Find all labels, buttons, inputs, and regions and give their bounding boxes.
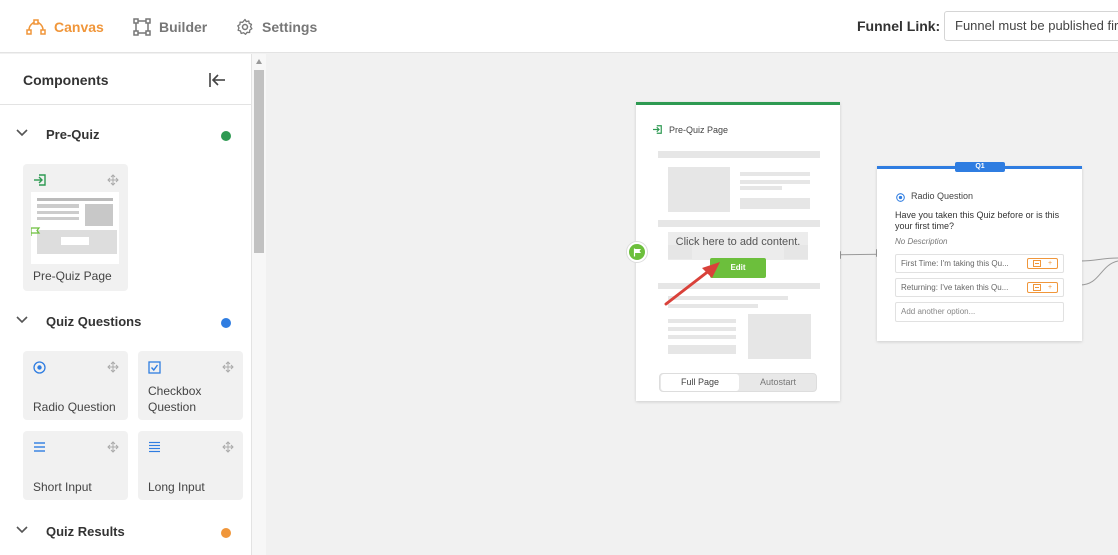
status-dot-green [221,131,231,141]
component-card-short-input[interactable]: Short Input [23,431,128,500]
gear-icon [237,18,253,35]
wireframe-block [740,172,810,176]
answer-option-label: First Time: I'm taking this Qu... [901,259,1009,268]
tab-canvas-label: Canvas [54,18,104,35]
component-card-checkbox-question[interactable]: Checkbox Question [138,351,243,420]
wireframe-block [748,314,811,359]
outgoing-connection-lines [1080,257,1118,286]
tab-canvas[interactable]: Canvas [26,0,104,53]
page-preview-thumbnail [31,192,119,264]
component-card-label: Checkbox Question [148,384,202,414]
start-flag[interactable] [627,242,647,262]
flag-icon [633,248,641,257]
move-handle-icon[interactable] [107,174,119,186]
pre-quiz-page-node[interactable]: Pre-Quiz Page Click here to add content.… [636,102,840,401]
move-handle-icon[interactable] [222,441,234,453]
sidebar-header: Components [0,54,251,105]
enter-page-icon [653,125,662,134]
connection-line [839,253,881,256]
tab-settings-label: Settings [262,18,318,35]
wireframe-block [740,198,810,209]
scrollbar-thumb[interactable] [254,70,264,253]
annotation-arrow [664,262,720,306]
checkbox-icon [148,361,161,374]
move-handle-icon[interactable] [107,441,119,453]
component-card-long-input[interactable]: Long Input [138,431,243,500]
option-tag-button[interactable]: + [1027,282,1058,293]
node-title: Pre-Quiz Page [669,125,729,135]
chevron-down-icon [16,316,28,324]
option-tag-button[interactable]: + [1027,258,1058,269]
radio-icon [896,193,905,202]
wireframe-block [740,186,782,190]
sidebar-title: Components [23,72,109,88]
tab-builder-label: Builder [159,18,208,35]
wireframe-block [740,180,810,184]
section-quiz-questions-label: Quiz Questions [46,314,142,329]
answer-option[interactable]: First Time: I'm taking this Qu... + [895,254,1064,273]
short-lines-icon [34,442,45,452]
collapse-sidebar-icon[interactable] [208,72,226,88]
wireframe-block [668,167,730,212]
wireframe-block [668,327,736,331]
question-number-badge: Q1 [955,162,1005,172]
top-bar: Canvas Builder Settings Funnel Link: Fun… [0,0,1118,53]
component-card-label: Short Input [33,480,92,494]
plus-icon: + [1048,284,1053,291]
outcome-icon [1033,284,1041,291]
move-handle-icon[interactable] [107,361,119,373]
section-quiz-results-label: Quiz Results [46,524,125,539]
section-pre-quiz-label: Pre-Quiz [46,127,100,142]
section-quiz-questions[interactable]: Quiz Questions [0,307,251,337]
wireframe-block [658,220,820,227]
section-quiz-results[interactable]: Quiz Results [0,517,251,547]
component-card-pre-quiz-page[interactable]: Pre-Quiz Page [23,164,128,291]
section-pre-quiz[interactable]: Pre-Quiz [0,120,251,150]
components-sidebar: Components Pre-Quiz Pre-Quiz Page Quiz Q… [0,54,252,555]
long-lines-icon [149,441,160,453]
funnel-link-label: Funnel Link: [857,18,941,34]
scroll-up-arrow-icon[interactable] [256,59,262,64]
answer-option-label: Returning: I've taken this Qu... [901,283,1009,292]
outcome-icon [1033,260,1041,267]
toggle-autostart[interactable]: Autostart [739,374,817,391]
wireframe-block [658,151,820,158]
tab-builder[interactable]: Builder [133,0,207,53]
toggle-full-page[interactable]: Full Page [661,374,739,391]
wireframe-block [668,345,736,354]
tab-settings[interactable]: Settings [236,0,317,53]
radio-question-node[interactable]: Radio Question Have you taken this Quiz … [877,166,1082,341]
question-description: No Description [895,237,948,246]
question-text: Have you taken this Quiz before or is th… [895,210,1060,231]
radio-icon [33,361,46,374]
move-handle-icon[interactable] [222,361,234,373]
add-content-prompt[interactable]: Click here to add content. [668,236,808,248]
answer-option[interactable]: Returning: I've taken this Qu... + [895,278,1064,297]
chevron-down-icon [16,526,28,534]
wireframe-block [668,335,736,339]
component-card-label: Long Input [148,480,205,494]
wireframe-block [668,319,736,323]
funnel-link-field[interactable]: Funnel must be published first [944,11,1118,41]
plus-icon: + [1048,260,1053,267]
question-type-label: Radio Question [911,191,974,201]
status-dot-orange [221,528,231,538]
component-card-radio-question[interactable]: Radio Question [23,351,128,420]
add-option-input[interactable]: Add another option... [895,302,1064,322]
enter-page-icon [34,174,46,186]
chevron-down-icon [16,129,28,137]
canvas-nodes-icon [26,18,46,35]
builder-frame-icon [133,17,151,36]
component-card-label: Radio Question [33,400,116,414]
component-card-label: Pre-Quiz Page [33,269,112,283]
display-mode-toggle: Full Page Autostart [659,373,817,392]
status-dot-blue [221,318,231,328]
